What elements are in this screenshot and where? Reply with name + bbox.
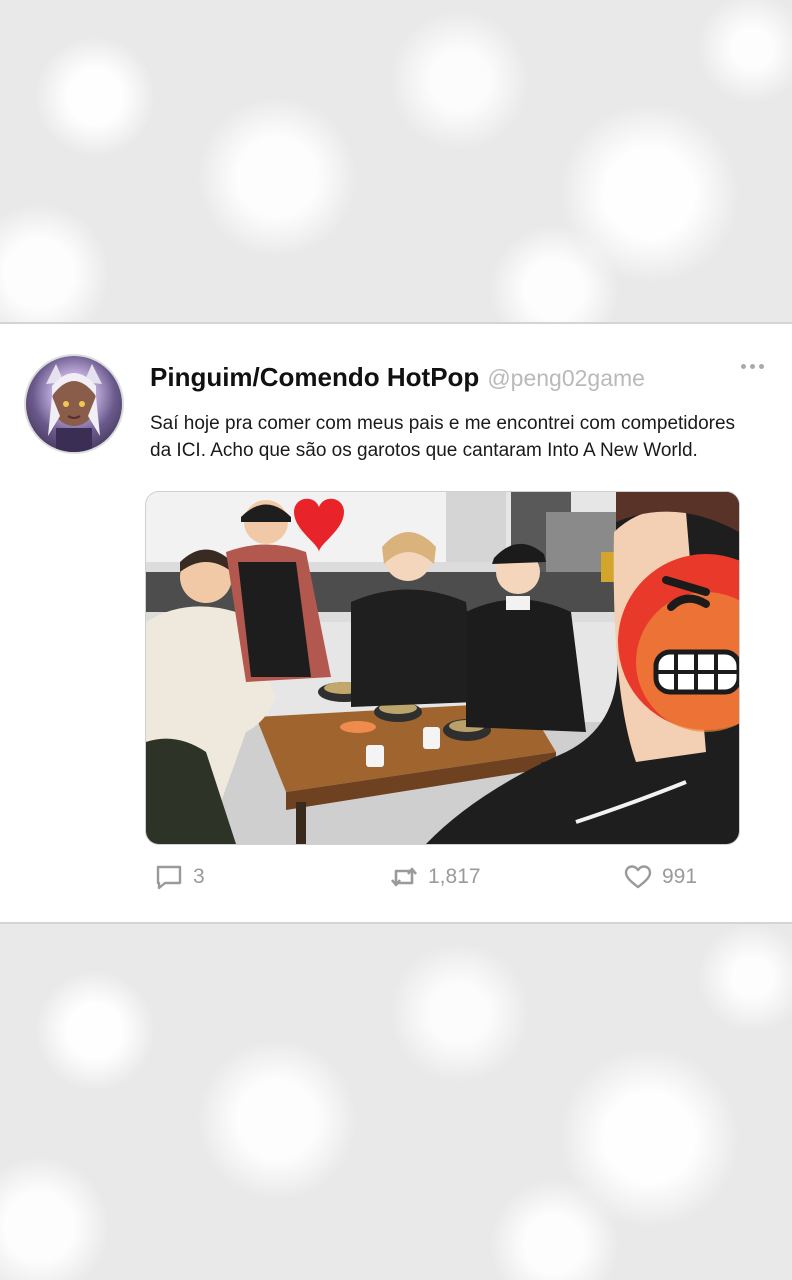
reply-count: 3 [193,865,205,888]
retweet-button[interactable]: 1,817 [390,864,481,890]
like-count: 991 [662,865,698,888]
user-avatar[interactable] [24,354,124,454]
like-button[interactable]: 991 [624,864,697,890]
tweet-media-image[interactable] [145,491,740,845]
tweet-card: Pinguim/Comendo HotPop @peng02game Saí h… [0,322,792,924]
author-handle[interactable]: @peng02game [487,365,645,392]
retweet-icon [390,867,418,887]
heart-icon [624,865,652,889]
tweet-text: Saí hoje pra comer com meus pais e me en… [150,413,736,461]
more-dots-icon[interactable] [741,364,764,369]
reply-icon [156,865,182,890]
tweet-actions: 3 1,817 991 [150,864,710,898]
background-bokeh-bottom [0,924,792,1280]
reply-button[interactable]: 3 [155,864,205,890]
background-bokeh-top [0,0,792,322]
author-display-name[interactable]: Pinguim/Comendo HotPop [150,362,479,393]
tweet-author-row: Pinguim/Comendo HotPop @peng02game [150,362,645,394]
retweet-count: 1,817 [428,865,481,888]
